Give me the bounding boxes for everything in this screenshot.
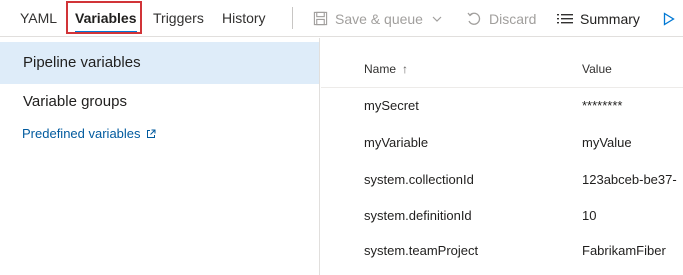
variable-name: mySecret [364,98,419,113]
tab-yaml[interactable]: YAML [20,0,57,37]
column-name-label: Name [364,62,397,76]
table-row[interactable]: system.teamProject FabrikamFiber [321,233,683,269]
variable-name: system.teamProject [364,243,479,258]
predefined-variables-label: Predefined variables [22,126,141,141]
summary-button[interactable]: Summary [557,0,640,37]
variable-value: FabrikamFiber [582,243,666,258]
pipeline-toolbar: YAML Variables Triggers History Save & q… [0,0,683,37]
table-row[interactable]: myVariable myValue [321,125,683,161]
table-row[interactable]: mySecret ******** [321,88,683,124]
variable-name: myVariable [364,135,429,150]
variable-value: myValue [582,135,632,150]
column-header-name[interactable]: Name ↑ [364,38,408,88]
save-and-queue-label: Save & queue [335,10,423,27]
variables-table: Name ↑ Value mySecret ******** myVariable… [321,38,683,275]
column-header-value: Value [582,62,612,76]
external-link-icon [146,129,156,139]
save-and-queue-button[interactable]: Save & queue [313,0,443,37]
play-icon [663,11,675,26]
discard-button[interactable]: Discard [466,0,536,37]
save-icon [313,11,328,26]
table-row[interactable]: system.collectionId 123abceb-be37- [321,162,683,198]
predefined-variables-link[interactable]: Predefined variables [22,126,156,141]
summary-label: Summary [580,10,640,27]
undo-icon [466,11,482,27]
chevron-down-icon [431,13,443,25]
sidebar-item-variable-groups[interactable]: Variable groups [0,81,319,123]
variable-name: system.definitionId [364,208,472,223]
tab-history[interactable]: History [222,0,266,37]
variables-tab-highlight [66,1,142,34]
discard-label: Discard [489,10,537,27]
variable-value: ******** [582,98,623,113]
run-button[interactable] [663,0,682,37]
variable-value: 10 [582,208,597,223]
variable-name: system.collectionId [364,172,474,187]
toolbar-divider [292,7,293,29]
sidebar-item-pipeline-variables[interactable]: Pipeline variables [0,42,319,84]
variables-sidebar: Pipeline variables Variable groups Prede… [0,38,320,275]
variable-value: 123abceb-be37- [582,172,677,187]
table-row[interactable]: system.definitionId 10 [321,198,683,234]
table-header: Name ↑ Value [321,38,683,88]
list-icon [557,12,573,26]
tab-triggers[interactable]: Triggers [153,0,204,37]
